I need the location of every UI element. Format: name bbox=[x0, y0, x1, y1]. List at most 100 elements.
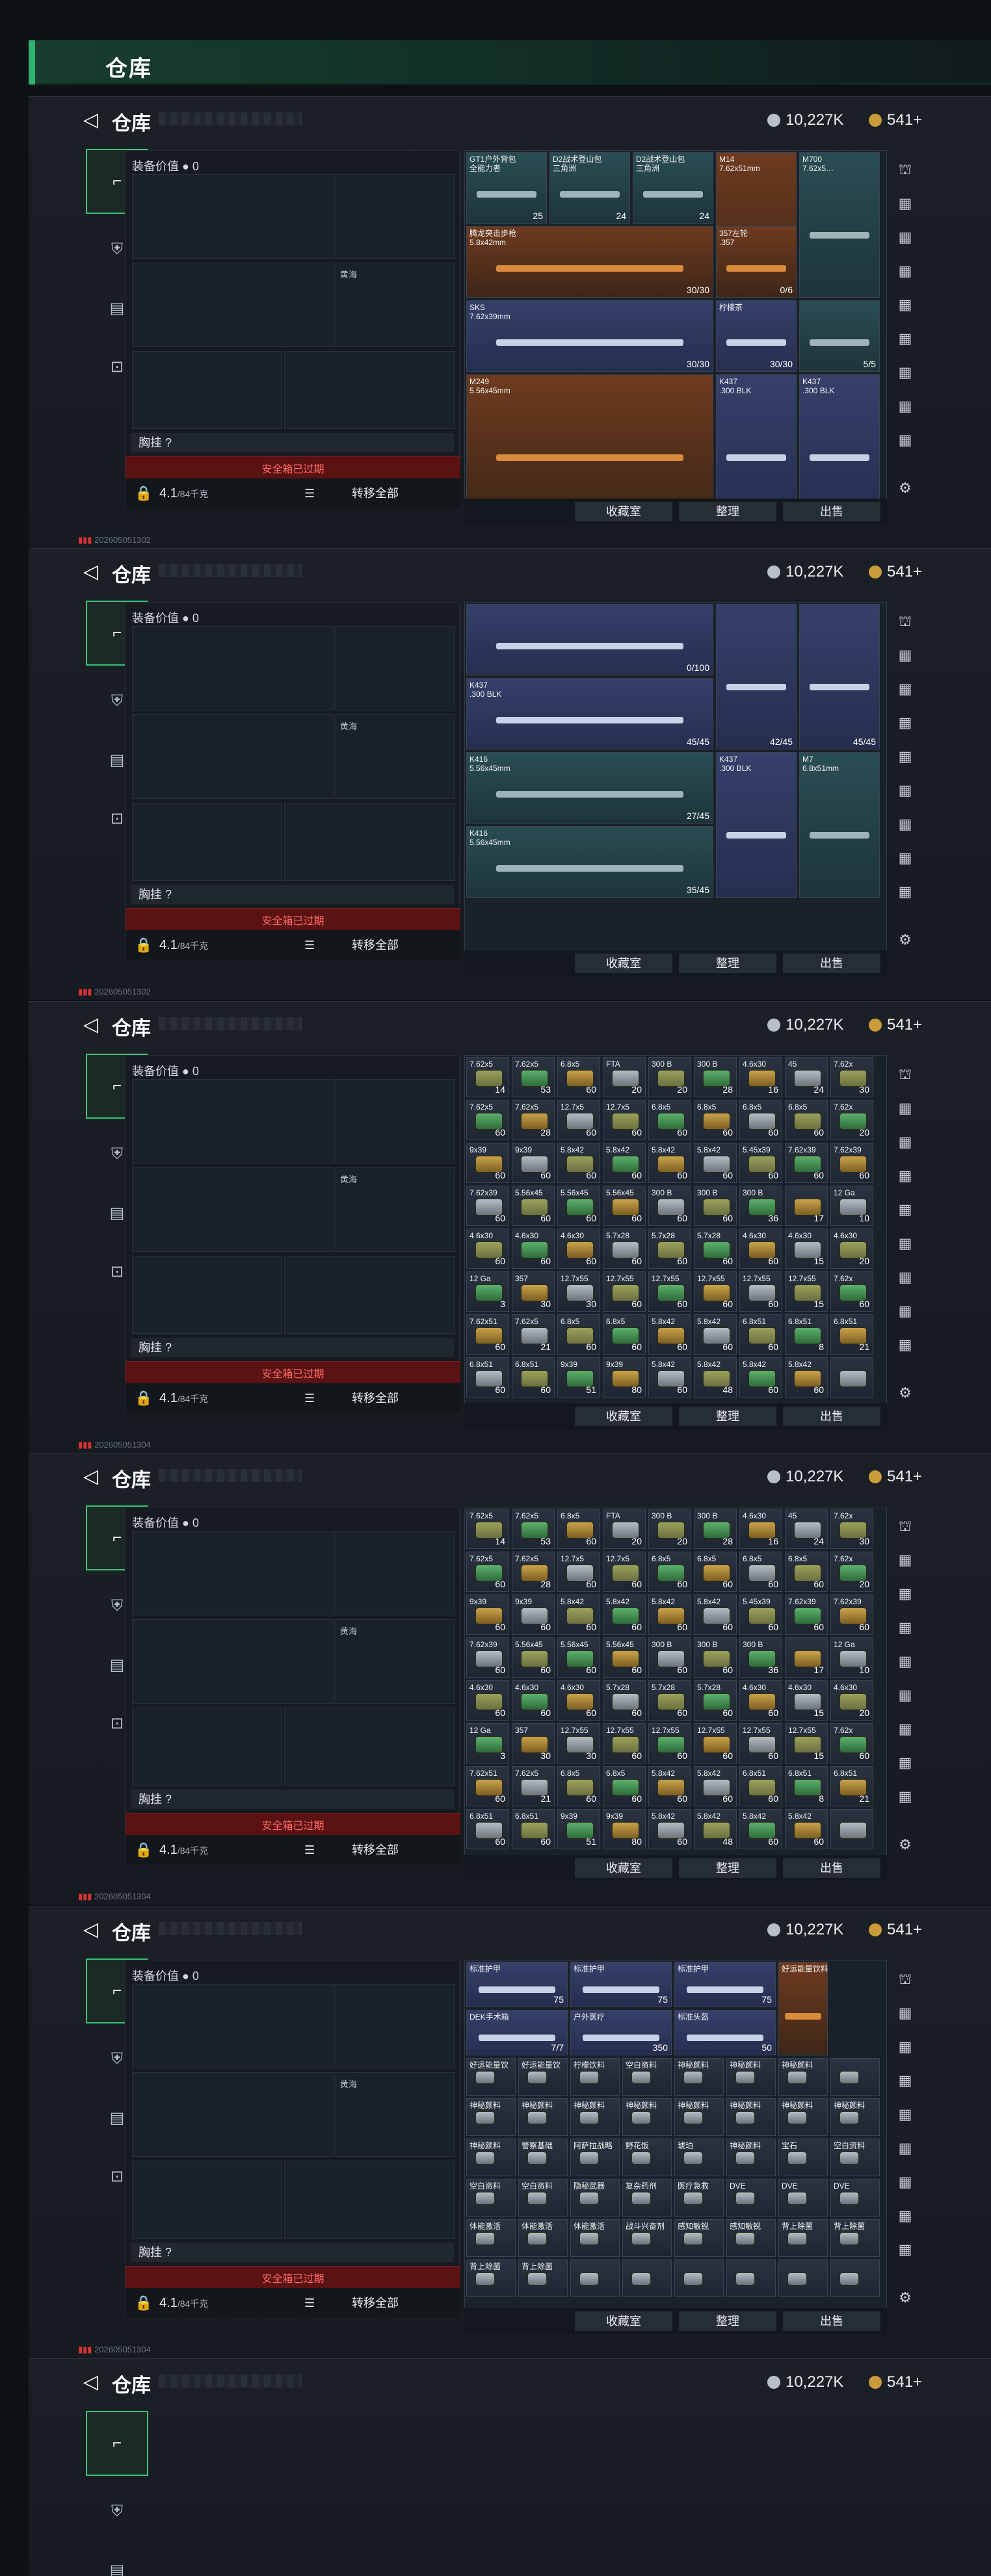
item-cell[interactable]: 0/100 bbox=[466, 604, 713, 675]
crate-icon[interactable]: ▦ bbox=[892, 1298, 918, 1324]
chest-rig-slot[interactable]: 胸挂 ? bbox=[131, 2243, 454, 2262]
ammo-item[interactable]: 7.62x5 21 bbox=[512, 1766, 555, 1806]
ammo-item[interactable]: FTA 20 bbox=[603, 1509, 646, 1549]
ammo-item[interactable]: 7.62x 60 bbox=[830, 1271, 873, 1312]
secondary-weapon-slot[interactable] bbox=[132, 263, 334, 347]
ammo-item[interactable]: 5.7x28 60 bbox=[648, 1680, 691, 1721]
ammo-item[interactable]: 12 Ga 10 bbox=[830, 1637, 873, 1678]
small-item[interactable]: DVE bbox=[830, 2179, 880, 2217]
ammo-item[interactable]: 6.8x51 60 bbox=[466, 1809, 509, 1849]
item-cell[interactable]: K437 .300 BLK 45/45 bbox=[466, 678, 713, 749]
small-item[interactable]: 感知敏锐 bbox=[674, 2219, 724, 2257]
crate-icon[interactable]: ▦ bbox=[892, 2203, 918, 2229]
ammo-item[interactable]: 6.8x5 60 bbox=[603, 1766, 646, 1806]
sidearm-slot[interactable] bbox=[335, 1531, 455, 1615]
small-item[interactable]: 复杂药剂 bbox=[622, 2179, 672, 2217]
ammo-item[interactable]: 6.8x5 60 bbox=[603, 1314, 646, 1355]
ammo-item[interactable]: 7.62x 30 bbox=[830, 1509, 873, 1549]
small-item[interactable]: 空白资料 bbox=[518, 2179, 568, 2217]
ammo-item[interactable]: 7.62x 60 bbox=[830, 1723, 873, 1763]
item-cell[interactable]: 标准护甲 75 bbox=[674, 1962, 776, 2007]
ammo-item[interactable]: 6.8x5 60 bbox=[694, 1552, 737, 1592]
item-cell[interactable]: GT1户外背包 全能力者 25 bbox=[466, 152, 547, 224]
ammo-item[interactable]: 9x39 51 bbox=[557, 1809, 600, 1849]
ammo-item[interactable]: 6.8x51 60 bbox=[466, 1357, 509, 1398]
tab-shield[interactable]: ⛨ bbox=[86, 2482, 148, 2541]
sidearm-slot[interactable] bbox=[335, 1984, 455, 2068]
ammo-item[interactable]: 6.8x51 60 bbox=[739, 1766, 782, 1806]
ammo-item[interactable]: 300 B 60 bbox=[648, 1186, 691, 1226]
crate-icon[interactable]: ▦ bbox=[892, 2101, 918, 2127]
item-cell[interactable]: D2战术登山包 三角洲 24 bbox=[549, 152, 630, 224]
small-item[interactable]: 空白资料 bbox=[466, 2179, 516, 2217]
primary-weapon-slot[interactable] bbox=[132, 174, 334, 259]
small-item[interactable]: 柠檬饮料 bbox=[570, 2058, 620, 2096]
crate-icon[interactable]: ▦ bbox=[892, 1332, 918, 1358]
ammo-item[interactable]: 12.7x5 60 bbox=[557, 1552, 600, 1592]
small-item[interactable]: 隐秘武器 bbox=[570, 2179, 620, 2217]
ammo-item[interactable]: 300 B 60 bbox=[648, 1637, 691, 1678]
safe-icon[interactable]: ⛫ bbox=[892, 1061, 918, 1087]
sort-button[interactable]: 整理 bbox=[679, 2311, 776, 2331]
ammo-item[interactable]: 17 bbox=[785, 1637, 828, 1678]
ammo-item[interactable]: 5.56x45 60 bbox=[512, 1637, 555, 1678]
gold-currency[interactable]: 541+ bbox=[869, 2373, 922, 2391]
ammo-item[interactable]: 6.8x51 21 bbox=[830, 1766, 873, 1806]
back-icon[interactable]: ◁ bbox=[83, 560, 98, 583]
small-item[interactable]: DVE bbox=[778, 2179, 828, 2217]
sort-button[interactable]: 整理 bbox=[679, 1858, 776, 1878]
ammo-item[interactable]: 6.8x51 21 bbox=[830, 1314, 873, 1355]
back-icon[interactable]: ◁ bbox=[83, 1013, 98, 1036]
ammo-item[interactable]: 5.8x42 60 bbox=[785, 1357, 828, 1398]
sort-button[interactable]: 整理 bbox=[679, 1407, 776, 1426]
crate-icon[interactable]: ▦ bbox=[892, 1784, 918, 1810]
crate-icon[interactable]: ▦ bbox=[892, 2237, 918, 2263]
sidearm-slot[interactable] bbox=[335, 626, 455, 710]
crate-icon[interactable]: ▦ bbox=[892, 2169, 918, 2195]
ammo-item[interactable]: 9x39 60 bbox=[466, 1143, 509, 1183]
settings-icon[interactable]: ⚙ bbox=[892, 1832, 918, 1858]
item-cell[interactable]: D2战术登山包 三角洲 24 bbox=[633, 152, 713, 224]
chest-rig-slot[interactable]: 胸挂 ? bbox=[131, 1338, 454, 1357]
ammo-item[interactable]: 4.6x30 16 bbox=[739, 1509, 782, 1549]
crate-icon[interactable]: ▦ bbox=[892, 1648, 918, 1674]
crate-icon[interactable]: ▦ bbox=[892, 744, 918, 770]
ammo-item[interactable]: 5.56x45 60 bbox=[603, 1637, 646, 1678]
ammo-item[interactable]: 12.7x5 60 bbox=[557, 1100, 600, 1140]
ammo-item[interactable]: 5.8x42 60 bbox=[785, 1809, 828, 1849]
small-item[interactable]: 战斗兴奋剂 bbox=[622, 2219, 672, 2257]
small-item[interactable]: 神秘颜料 bbox=[518, 2098, 568, 2136]
ammo-item[interactable]: 5.8x42 60 bbox=[739, 1809, 782, 1849]
ammo-item[interactable]: 6.8x51 60 bbox=[512, 1809, 555, 1849]
crate-icon[interactable]: ▦ bbox=[892, 879, 918, 905]
ammo-item[interactable]: 6.8x5 60 bbox=[694, 1100, 737, 1140]
small-item[interactable]: 体能激活 bbox=[466, 2219, 516, 2257]
ammo-item[interactable]: 5.8x42 60 bbox=[648, 1766, 691, 1806]
ammo-item[interactable]: 4.6x30 15 bbox=[785, 1680, 828, 1721]
ammo-item[interactable]: 7.62x5 21 bbox=[512, 1314, 555, 1355]
armor-slot[interactable] bbox=[284, 2161, 455, 2239]
small-item[interactable] bbox=[622, 2259, 672, 2297]
safe-icon[interactable]: ⛫ bbox=[892, 608, 918, 634]
ammo-item[interactable]: 6.8x5 60 bbox=[785, 1552, 828, 1592]
crate-icon[interactable]: ▦ bbox=[892, 1264, 918, 1290]
ammo-item[interactable]: 12.7x55 15 bbox=[785, 1723, 828, 1763]
ammo-item[interactable]: 5.45x39 60 bbox=[739, 1594, 782, 1635]
ammo-item[interactable]: 7.62x 30 bbox=[830, 1057, 873, 1097]
ammo-item[interactable]: 5.8x42 60 bbox=[557, 1143, 600, 1183]
ammo-item[interactable] bbox=[830, 1809, 873, 1849]
small-item[interactable] bbox=[570, 2259, 620, 2297]
small-item[interactable]: 背上除菌 bbox=[778, 2219, 828, 2257]
tab-gun[interactable]: ⌐ bbox=[86, 2411, 148, 2476]
armor-slot[interactable] bbox=[284, 1708, 455, 1786]
armor-slot[interactable] bbox=[284, 1256, 455, 1334]
ammo-item[interactable]: 4.6x30 60 bbox=[512, 1680, 555, 1721]
crate-icon[interactable]: ▦ bbox=[892, 845, 918, 871]
small-item[interactable]: 神秘颜料 bbox=[726, 2098, 776, 2136]
ammo-item[interactable]: 9x39 80 bbox=[603, 1357, 646, 1398]
ammo-item[interactable]: 7.62x5 28 bbox=[512, 1100, 555, 1140]
ammo-item[interactable]: 6.8x51 8 bbox=[785, 1766, 828, 1806]
ammo-item[interactable]: 6.8x5 60 bbox=[648, 1100, 691, 1140]
ammo-item[interactable]: 357 30 bbox=[512, 1723, 555, 1763]
crate-icon[interactable]: ▦ bbox=[892, 393, 918, 419]
